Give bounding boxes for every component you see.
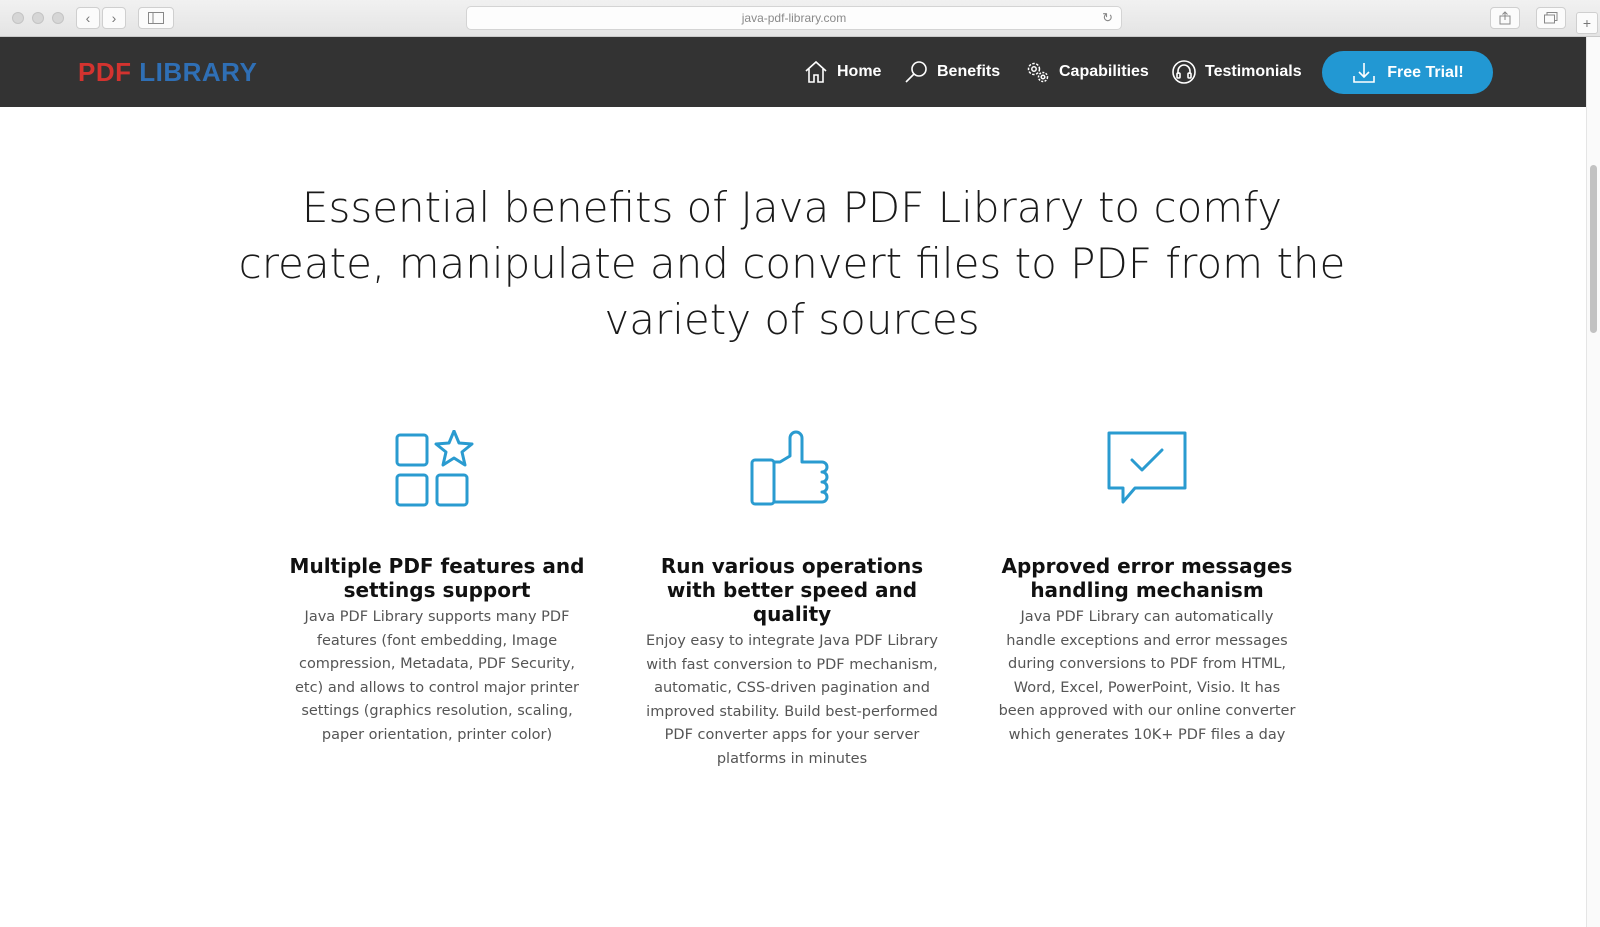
forward-button[interactable]: ›: [102, 7, 126, 29]
free-trial-button[interactable]: Free Trial!: [1322, 51, 1493, 94]
browser-toolbar: ‹ › java-pdf-library.com ↻ +: [0, 0, 1600, 37]
nav-testimonials[interactable]: Testimonials: [1171, 57, 1302, 87]
chevron-left-icon: ‹: [85, 10, 91, 26]
feature-card-features: Multiple PDF features and settings suppo…: [287, 430, 587, 747]
feature-title: Run various operations with better speed…: [660, 554, 924, 626]
site-header: PDF LIBRARY Home Benefits Capabilities T…: [0, 37, 1586, 107]
download-icon: [1353, 62, 1376, 83]
new-tab-button[interactable]: +: [1576, 12, 1598, 34]
nav-testimonials-label: Testimonials: [1205, 63, 1302, 80]
feature-card-speed: Run various operations with better speed…: [642, 430, 942, 771]
address-bar[interactable]: java-pdf-library.com ↻: [466, 6, 1122, 30]
plus-icon: +: [1582, 15, 1592, 31]
share-button[interactable]: [1490, 7, 1520, 29]
window-minimize-button[interactable]: [32, 12, 44, 24]
address-url: java-pdf-library.com: [741, 11, 847, 25]
page-scrollbar[interactable]: [1586, 37, 1600, 927]
thumbs-up-icon: [750, 430, 829, 506]
back-button[interactable]: ‹: [76, 7, 100, 29]
feature-card-errors: Approved error messages handling mechani…: [997, 430, 1297, 747]
gears-icon: [1027, 62, 1049, 83]
sidebar-icon: [148, 12, 164, 24]
sidebar-toggle-button[interactable]: [138, 7, 174, 29]
feature-description: Enjoy easy to integrate Java PDF Library…: [645, 633, 939, 767]
headset-icon: [1172, 60, 1196, 84]
page-headline: Essential benefits of Java PDF Library t…: [238, 183, 1346, 344]
feature-title: Approved error messages handling mechani…: [1001, 554, 1293, 602]
chevron-right-icon: ›: [111, 10, 117, 26]
logo-pdf-text: PDF: [78, 57, 132, 87]
chat-check-icon: [1107, 431, 1187, 504]
logo-library-text: LIBRARY: [139, 57, 258, 87]
home-icon: [805, 60, 827, 83]
nav-home[interactable]: Home: [803, 57, 881, 87]
nav-benefits[interactable]: Benefits: [903, 57, 1000, 87]
nav-home-label: Home: [837, 63, 882, 80]
share-icon: [1499, 11, 1511, 25]
feature-description: Java PDF Library can automatically handl…: [998, 609, 1296, 743]
nav-capabilities-label: Capabilities: [1059, 63, 1149, 80]
window-zoom-button[interactable]: [52, 12, 64, 24]
search-icon: [905, 61, 927, 83]
feature-title: Multiple PDF features and settings suppo…: [289, 554, 585, 602]
feature-description: Java PDF Library supports many PDF featu…: [294, 609, 580, 743]
window-close-button[interactable]: [12, 12, 24, 24]
grid-star-icon: [395, 430, 474, 507]
tabs-icon: [1544, 12, 1558, 24]
scrollbar-thumb[interactable]: [1590, 165, 1597, 333]
nav-benefits-label: Benefits: [937, 63, 1001, 80]
nav-capabilities[interactable]: Capabilities: [1025, 57, 1149, 87]
tabs-button[interactable]: [1536, 7, 1566, 29]
logo[interactable]: PDF LIBRARY: [78, 57, 257, 88]
reload-icon[interactable]: ↻: [1102, 10, 1113, 26]
free-trial-label: Free Trial!: [1387, 63, 1464, 81]
